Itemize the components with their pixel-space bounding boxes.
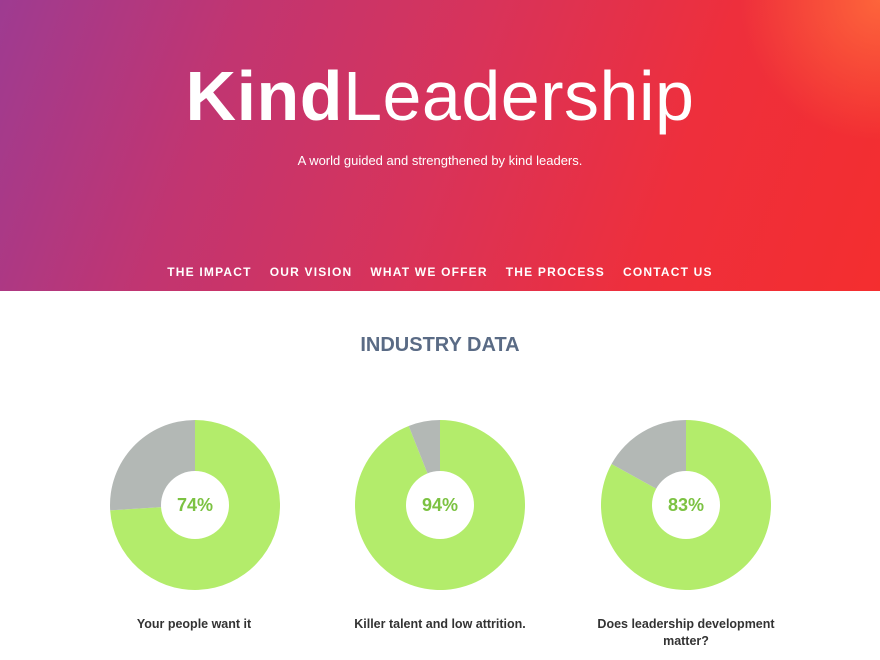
tagline: A world guided and strengthened by kind … [297,153,583,168]
brand-light-text: Leadership [343,57,695,135]
donut-2-percent: 94% [421,495,459,515]
hero-banner: KindLeadership A world guided and streng… [0,0,880,291]
donut-3-percent: 83% [667,495,705,515]
donut-chart-3: 83% [601,420,771,590]
nav-what-we-offer[interactable]: WHAT WE OFFER [370,264,487,282]
section-title: INDUSTRY DATA [360,334,520,356]
donut-3-caption: Does leadership development matter? [597,617,775,648]
nav-contact-us[interactable]: CONTACT US [623,264,713,282]
brand-bold-text: Kind [185,57,344,135]
donut-chart-1: 74% [110,420,280,590]
nav-our-vision[interactable]: OUR VISION [270,264,353,282]
donut-2-caption: Killer talent and low attrition. [354,617,526,631]
donut-1-caption: Your people want it [136,617,252,631]
main-nav: THE IMPACT OUR VISION WHAT WE OFFER THE … [0,264,880,282]
donut-1-percent: 74% [176,495,214,515]
donut-chart-2: 94% [355,420,525,590]
nav-the-impact[interactable]: THE IMPACT [167,264,251,282]
nav-the-process[interactable]: THE PROCESS [506,264,605,282]
brand-logo[interactable]: KindLeadership [0,56,880,136]
